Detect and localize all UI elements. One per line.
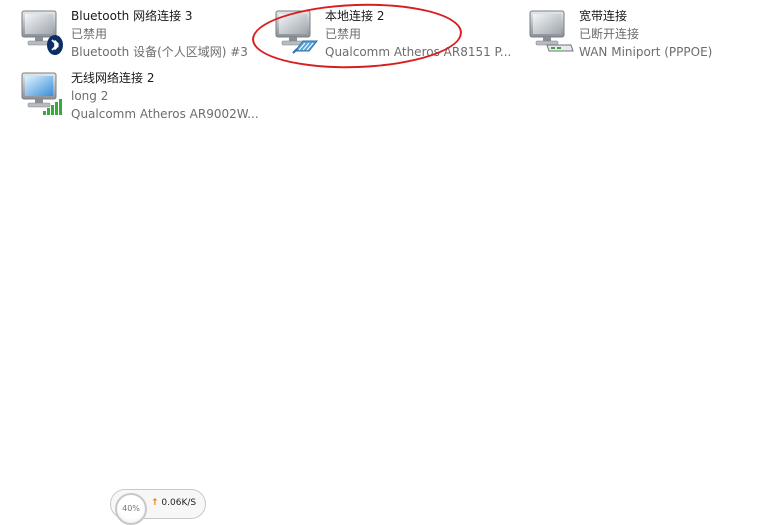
connection-status: 已禁用 — [71, 27, 108, 41]
bluetooth-network-icon — [19, 7, 67, 55]
connection-device: Qualcomm Atheros AR9002W... — [71, 107, 259, 121]
upload-speed: ↑ 0.06K/S — [151, 498, 196, 508]
connection-item-broadband[interactable]: 宽带连接 已断开连接 WAN Miniport (PPPOE) — [527, 7, 767, 67]
connection-item-wireless-2[interactable]: 无线网络连接 2 long 2 Qualcomm Atheros AR9002W… — [19, 69, 259, 129]
usage-gauge: 40% — [115, 493, 147, 525]
connection-item-local-2[interactable]: 本地连接 2 已禁用 Qualcomm Atheros AR8151 P... — [273, 7, 513, 67]
connection-name: 无线网络连接 2 — [71, 71, 155, 85]
connection-name: 本地连接 2 — [325, 9, 385, 23]
connection-name: 宽带连接 — [579, 9, 628, 23]
connection-device: Bluetooth 设备(个人区域网) #3 — [71, 45, 248, 59]
connection-device: Qualcomm Atheros AR8151 P... — [325, 45, 512, 59]
connection-status: 已禁用 — [325, 27, 362, 41]
wireless-signal-icon — [19, 69, 67, 117]
network-speed-widget[interactable]: 40% ↑ 0.06K/S — [110, 489, 206, 525]
ethernet-network-icon — [273, 7, 321, 55]
connection-status: 已断开连接 — [579, 27, 640, 41]
upload-speed-value: 0.06K/S — [161, 498, 197, 508]
connection-name: Bluetooth 网络连接 3 — [71, 9, 193, 23]
broadband-modem-icon — [527, 7, 575, 55]
connection-device: WAN Miniport (PPPOE) — [579, 45, 713, 59]
connection-item-bluetooth[interactable]: Bluetooth 网络连接 3 已禁用 Bluetooth 设备(个人区域网)… — [19, 7, 259, 67]
connection-status: long 2 — [71, 89, 109, 103]
upload-arrow-icon: ↑ — [151, 498, 159, 508]
